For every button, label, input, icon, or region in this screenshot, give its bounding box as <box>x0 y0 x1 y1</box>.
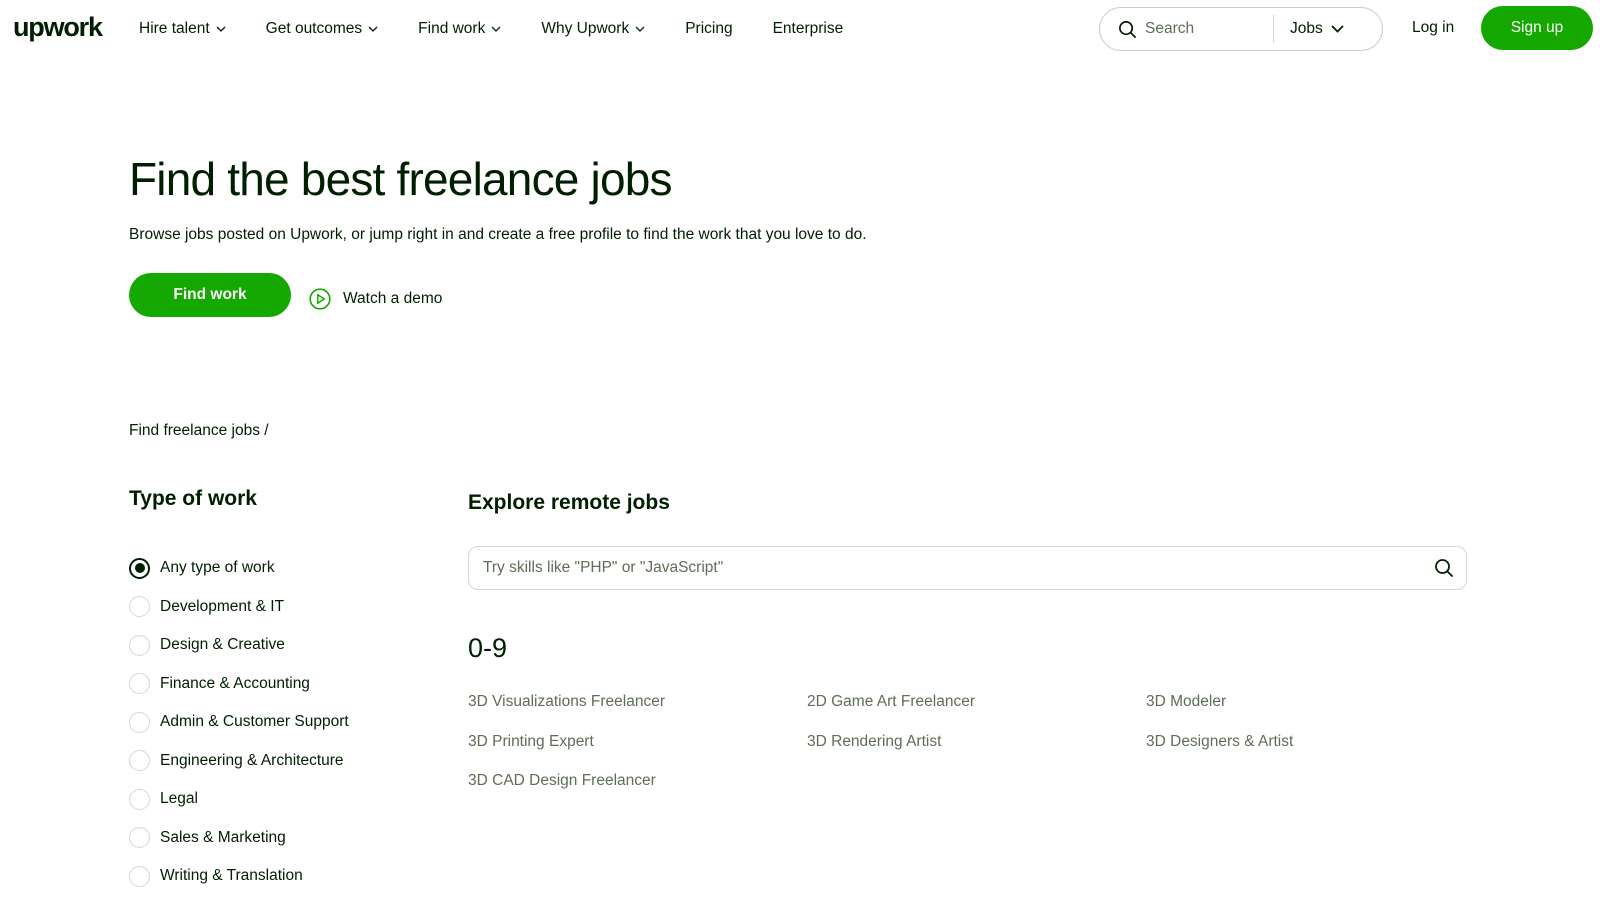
watch-demo-label: Watch a demo <box>343 290 443 307</box>
radio-button[interactable] <box>129 596 150 618</box>
radio-button[interactable] <box>129 673 150 695</box>
nav-get-outcomes[interactable]: Get outcomes <box>266 20 379 38</box>
chevron-down-icon <box>368 26 378 32</box>
radio-label: Finance & Accounting <box>160 674 310 692</box>
radio-finance-accounting[interactable]: Finance & Accounting <box>129 665 349 704</box>
upwork-logo[interactable]: upwork <box>13 12 103 43</box>
radio-any-type-of-work[interactable]: Any type of work <box>129 549 349 588</box>
radio-button[interactable] <box>129 865 150 887</box>
radio-label: Admin & Customer Support <box>160 713 349 731</box>
chevron-down-icon <box>1331 25 1344 33</box>
radio-writing-translation[interactable]: Writing & Translation <box>129 857 349 896</box>
radio-development-it[interactable]: Development & IT <box>129 588 349 627</box>
radio-button[interactable] <box>129 827 150 849</box>
job-link[interactable]: 3D Modeler <box>1146 693 1485 733</box>
main-nav: Hire talent Get outcomes Find work Why U… <box>139 0 883 58</box>
radio-button[interactable] <box>129 634 150 656</box>
nav-label: Hire talent <box>139 20 210 37</box>
find-work-button[interactable]: Find work <box>129 273 291 317</box>
radio-label: Design & Creative <box>160 636 285 654</box>
skill-search-field[interactable]: Try skills like "PHP" or "JavaScript" <box>468 546 1467 590</box>
radio-engineering-architecture[interactable]: Engineering & Architecture <box>129 742 349 781</box>
type-of-work-filter: Any type of work Development & IT Design… <box>129 549 349 896</box>
job-link[interactable]: 2D Game Art Freelancer <box>807 693 1146 733</box>
nav-why-upwork[interactable]: Why Upwork <box>541 20 645 38</box>
play-circle-icon <box>309 288 331 310</box>
nav-find-work[interactable]: Find work <box>418 20 501 38</box>
search-category-dropdown[interactable]: Jobs <box>1290 20 1344 38</box>
radio-design-creative[interactable]: Design & Creative <box>129 626 349 665</box>
radio-admin-customer-support[interactable]: Admin & Customer Support <box>129 703 349 742</box>
radio-button[interactable] <box>129 750 150 772</box>
radio-button-selected[interactable] <box>129 557 150 579</box>
nav-label: Find work <box>418 20 486 37</box>
radio-label: Any type of work <box>160 559 275 577</box>
nav-label: Pricing <box>685 20 733 37</box>
search-icon <box>1118 20 1137 39</box>
skill-search-input[interactable]: Try skills like "PHP" or "JavaScript" <box>483 559 723 577</box>
chevron-down-icon <box>216 26 226 32</box>
chevron-down-icon <box>635 26 645 32</box>
radio-legal[interactable]: Legal <box>129 780 349 819</box>
job-link[interactable]: 3D Printing Expert <box>468 733 807 773</box>
top-navigation-bar: upwork Hire talent Get outcomes Find wor… <box>0 0 1600 58</box>
nav-pricing[interactable]: Pricing <box>685 20 732 38</box>
nav-enterprise[interactable]: Enterprise <box>773 20 844 38</box>
search-category-label: Jobs <box>1290 20 1323 37</box>
radio-sales-marketing[interactable]: Sales & Marketing <box>129 819 349 858</box>
job-category-list: 3D Visualizations Freelancer 2D Game Art… <box>468 693 1488 812</box>
job-link[interactable]: 3D Designers & Artist <box>1146 733 1485 773</box>
section-heading-0-9: 0-9 <box>468 633 508 663</box>
search-divider <box>1273 15 1274 43</box>
search-icon[interactable] <box>1434 558 1454 578</box>
radio-label: Development & IT <box>160 597 285 615</box>
radio-label: Engineering & Architecture <box>160 751 344 769</box>
nav-hire-talent[interactable]: Hire talent <box>139 20 226 38</box>
radio-button[interactable] <box>129 711 150 733</box>
breadcrumb[interactable]: Find freelance jobs / <box>129 422 269 440</box>
nav-label: Enterprise <box>772 20 844 37</box>
radio-label: Writing & Translation <box>160 867 303 885</box>
type-of-work-heading: Type of work <box>129 487 257 510</box>
search-input[interactable]: Search <box>1145 20 1273 38</box>
watch-demo-link[interactable]: Watch a demo <box>309 288 442 310</box>
nav-label: Why Upwork <box>541 20 630 37</box>
signup-button[interactable]: Sign up <box>1481 6 1593 50</box>
nav-label: Get outcomes <box>265 20 363 37</box>
chevron-down-icon <box>491 26 501 32</box>
job-link[interactable]: 3D CAD Design Freelancer <box>468 772 807 812</box>
login-link[interactable]: Log in <box>1412 19 1454 37</box>
radio-button[interactable] <box>129 788 150 810</box>
radio-label: Sales & Marketing <box>160 828 286 846</box>
job-link[interactable]: 3D Visualizations Freelancer <box>468 693 807 733</box>
page-title: Find the best freelance jobs <box>129 153 673 205</box>
job-link[interactable]: 3D Rendering Artist <box>807 733 1146 773</box>
hero-subtitle: Browse jobs posted on Upwork, or jump ri… <box>129 226 867 243</box>
header-search[interactable]: Search Jobs <box>1099 7 1383 51</box>
explore-remote-jobs-heading: Explore remote jobs <box>468 491 670 514</box>
radio-label: Legal <box>160 790 198 808</box>
